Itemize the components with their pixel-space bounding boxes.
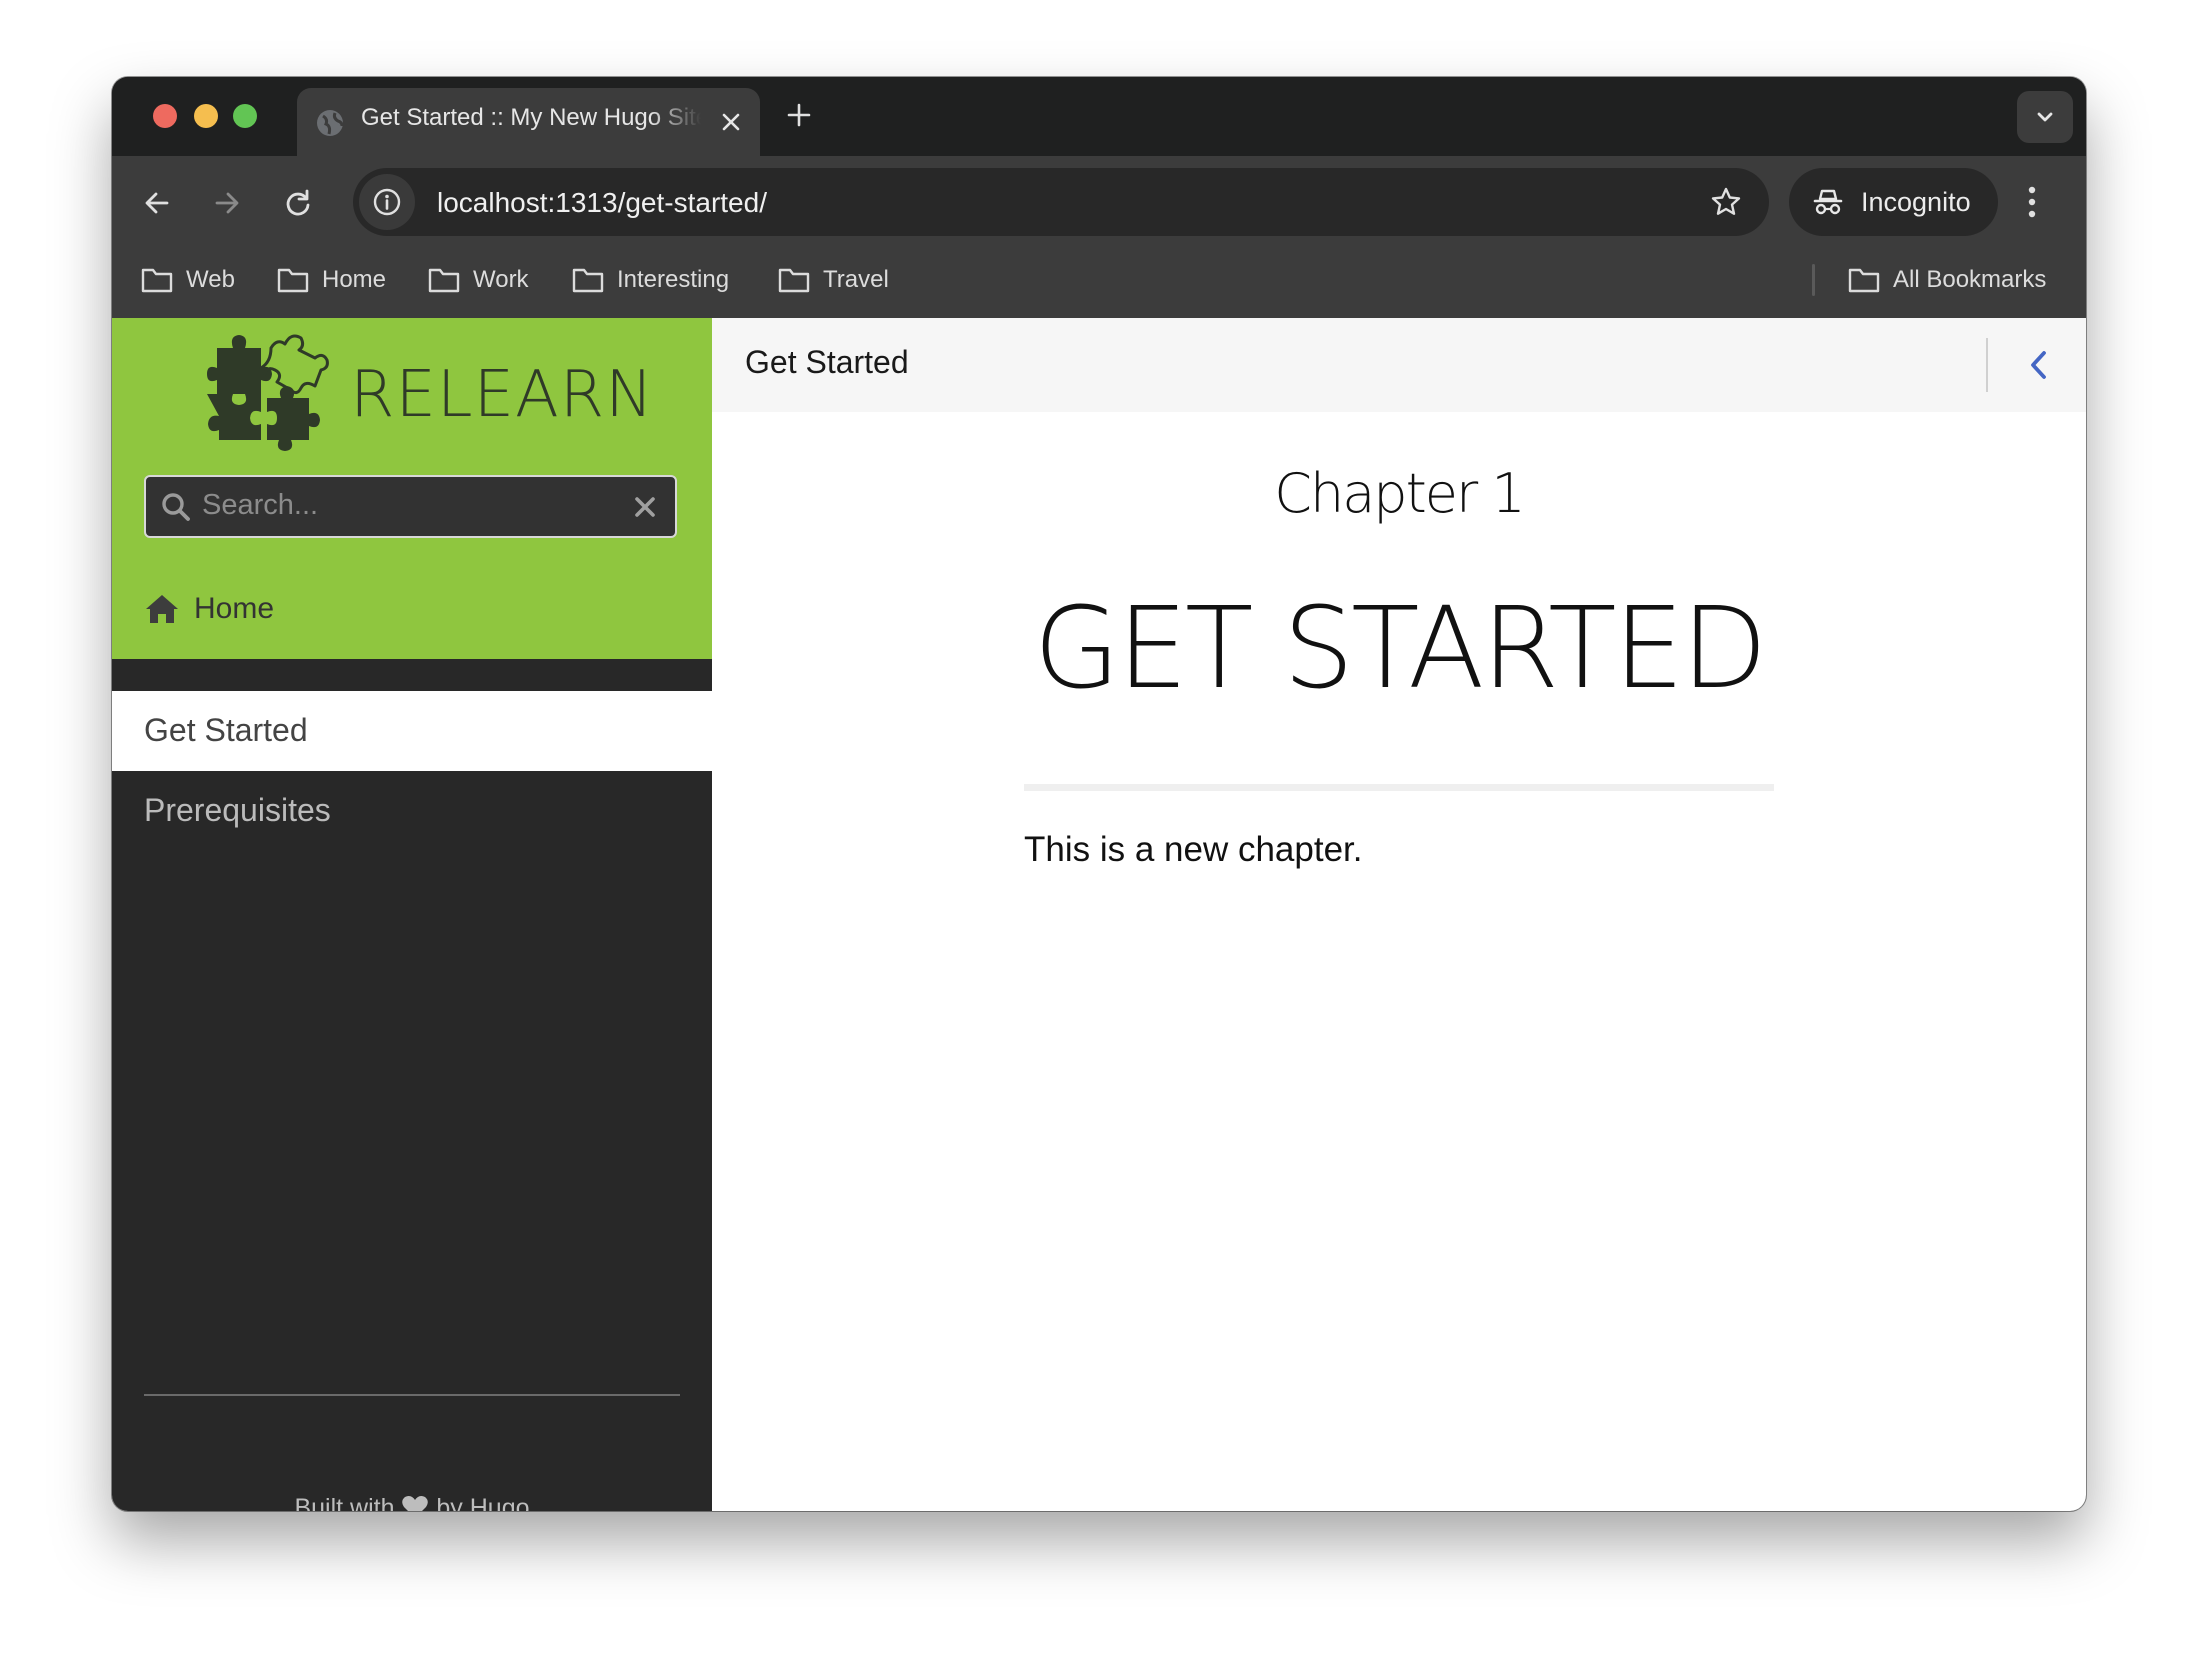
home-icon xyxy=(146,595,178,623)
search-placeholder: Search... xyxy=(202,489,319,521)
topbar-divider xyxy=(1986,338,1988,392)
minimize-window-button[interactable] xyxy=(194,104,218,128)
bookmark-web[interactable]: Web xyxy=(140,260,235,300)
chapter-label: Chapter 1 xyxy=(1274,462,1525,525)
sidebar-footer: Built with by Hugo xyxy=(112,1494,712,1511)
page-viewport: RELEARN Search... Home Get Started Prere… xyxy=(112,318,2086,1511)
browser-toolbar: localhost:1313/get-started/ Incognito We… xyxy=(112,156,2086,318)
bookmark-label: Web xyxy=(186,266,235,293)
incognito-label: Incognito xyxy=(1861,187,1971,217)
address-bar[interactable]: localhost:1313/get-started/ xyxy=(353,168,1769,236)
new-tab-icon[interactable] xyxy=(784,100,814,130)
globe-icon xyxy=(317,110,344,136)
topbar: Get Started xyxy=(712,318,2086,412)
folder-icon xyxy=(277,268,309,293)
bookmark-interesting[interactable]: Interesting xyxy=(571,260,729,300)
nav-item-get-started[interactable]: Get Started xyxy=(112,691,712,771)
footer-suffix: by Hugo xyxy=(436,1494,530,1511)
site-info-button[interactable] xyxy=(359,174,415,230)
nav-item-label: Get Started xyxy=(144,712,308,748)
sidebar: RELEARN Search... Home Get Started Prere… xyxy=(112,318,712,1511)
bookmarks-divider xyxy=(1812,264,1815,296)
reload-icon[interactable] xyxy=(281,186,315,220)
heart-icon xyxy=(402,1496,429,1511)
incognito-icon xyxy=(1813,189,1843,215)
close-tab-icon[interactable] xyxy=(717,108,745,136)
search-input[interactable]: Search... xyxy=(144,475,677,538)
puzzle-logo-icon[interactable] xyxy=(205,328,335,453)
folder-icon xyxy=(1848,268,1880,293)
search-icon xyxy=(162,493,190,521)
bookmark-label: Travel xyxy=(823,266,889,293)
tab-strip: Get Started :: My New Hugo Site xyxy=(112,77,2086,156)
folder-icon xyxy=(428,268,460,293)
sidebar-divider xyxy=(144,1394,680,1396)
breadcrumb: Get Started xyxy=(745,344,909,380)
tab-search-button[interactable] xyxy=(2017,91,2073,143)
close-window-button[interactable] xyxy=(153,104,177,128)
all-bookmarks-label: All Bookmarks xyxy=(1893,266,2047,293)
title-rule xyxy=(1024,784,1774,791)
nav-item-prerequisites[interactable]: Prerequisites xyxy=(112,771,712,851)
article: Chapter 1 GET STARTED This is a new chap… xyxy=(712,412,2086,1511)
bookmark-travel[interactable]: Travel xyxy=(777,260,889,300)
tab-title: Get Started :: My New Hugo Site xyxy=(361,104,701,131)
page-title: GET STARTED xyxy=(1033,584,1767,714)
bookmark-work[interactable]: Work xyxy=(427,260,529,300)
chapter-body: This is a new chapter. xyxy=(1024,830,1363,869)
clear-search-icon[interactable] xyxy=(632,494,658,520)
folder-icon xyxy=(572,268,604,293)
forward-icon[interactable] xyxy=(210,186,244,220)
folder-icon xyxy=(778,268,810,293)
back-icon[interactable] xyxy=(140,186,174,220)
browser-window: Get Started :: My New Hugo Site localhos… xyxy=(112,77,2086,1511)
chevron-down-icon xyxy=(2037,112,2053,122)
url-text[interactable]: localhost:1313/get-started/ xyxy=(437,187,767,219)
bookmark-label: Work xyxy=(473,266,529,293)
bookmark-star-icon[interactable] xyxy=(1709,185,1743,219)
info-icon xyxy=(373,188,401,216)
footer-prefix: Built with xyxy=(294,1494,395,1511)
bookmark-label: Home xyxy=(322,266,387,293)
all-bookmarks-button[interactable]: All Bookmarks xyxy=(1847,260,2046,300)
folder-icon xyxy=(141,268,173,293)
kebab-menu-icon[interactable] xyxy=(2025,184,2039,220)
incognito-indicator[interactable]: Incognito xyxy=(1789,168,1998,236)
brand-name[interactable]: RELEARN xyxy=(350,358,654,432)
nav-item-label: Prerequisites xyxy=(144,792,331,828)
home-link[interactable]: Home xyxy=(144,592,274,626)
tab-active[interactable]: Get Started :: My New Hugo Site xyxy=(297,88,760,156)
previous-page-icon[interactable] xyxy=(2024,348,2054,382)
home-label: Home xyxy=(194,592,275,625)
zoom-window-button[interactable] xyxy=(233,104,257,128)
bookmark-home[interactable]: Home xyxy=(276,260,386,300)
bookmark-label: Interesting xyxy=(617,266,730,293)
sidebar-header: RELEARN Search... Home xyxy=(112,318,712,659)
